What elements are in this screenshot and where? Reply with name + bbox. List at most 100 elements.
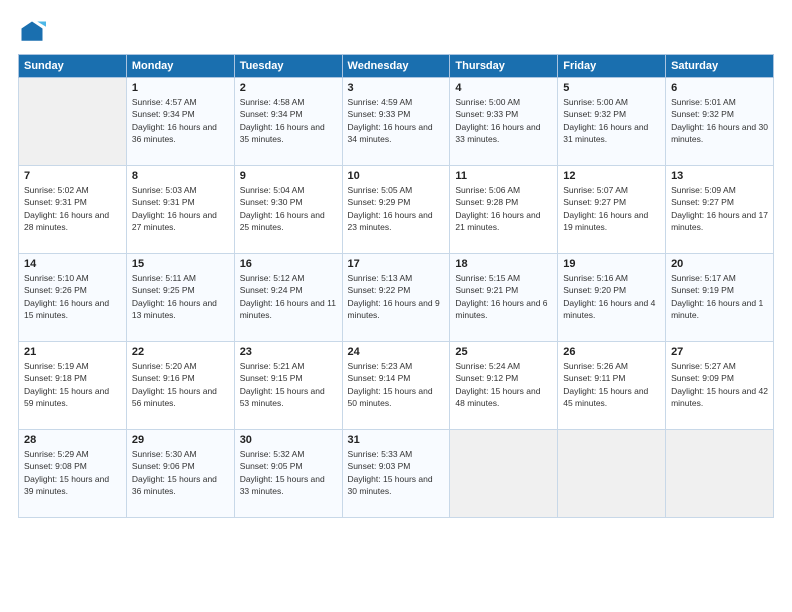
day-number: 9 [240, 170, 337, 182]
day-number: 30 [240, 434, 337, 446]
calendar-cell: 5 Sunrise: 5:00 AMSunset: 9:32 PMDaylight… [558, 78, 666, 166]
calendar-cell: 6 Sunrise: 5:01 AMSunset: 9:32 PMDaylight… [666, 78, 774, 166]
calendar-cell: 21 Sunrise: 5:19 AMSunset: 9:18 PMDayligh… [19, 342, 127, 430]
calendar-body: 1 Sunrise: 4:57 AMSunset: 9:34 PMDaylight… [19, 78, 774, 518]
calendar-cell: 10 Sunrise: 5:05 AMSunset: 9:29 PMDayligh… [342, 166, 450, 254]
day-number: 3 [348, 82, 445, 94]
day-number: 4 [455, 82, 552, 94]
day-number: 7 [24, 170, 121, 182]
calendar-cell: 14 Sunrise: 5:10 AMSunset: 9:26 PMDayligh… [19, 254, 127, 342]
calendar-cell: 25 Sunrise: 5:24 AMSunset: 9:12 PMDayligh… [450, 342, 558, 430]
day-info: Sunrise: 5:12 AMSunset: 9:24 PMDaylight:… [240, 272, 337, 321]
calendar-cell [666, 430, 774, 518]
calendar-week-1: 1 Sunrise: 4:57 AMSunset: 9:34 PMDaylight… [19, 78, 774, 166]
calendar-cell: 23Sunrise: 5:21 AMSunset: 9:15 PMDayligh… [234, 342, 342, 430]
day-info: Sunrise: 5:30 AMSunset: 9:06 PMDaylight:… [132, 448, 229, 497]
day-number: 11 [455, 170, 552, 182]
day-info: Sunrise: 5:03 AMSunset: 9:31 PMDaylight:… [132, 184, 229, 233]
calendar-week-4: 21 Sunrise: 5:19 AMSunset: 9:18 PMDayligh… [19, 342, 774, 430]
weekday-header-wednesday: Wednesday [342, 55, 450, 78]
day-number: 26 [563, 346, 660, 358]
weekday-header-row: SundayMondayTuesdayWednesdayThursdayFrid… [19, 55, 774, 78]
calendar-cell: 27Sunrise: 5:27 AMSunset: 9:09 PMDayligh… [666, 342, 774, 430]
calendar-cell [558, 430, 666, 518]
calendar-cell: 8 Sunrise: 5:03 AMSunset: 9:31 PMDaylight… [126, 166, 234, 254]
day-number: 5 [563, 82, 660, 94]
day-number: 23 [240, 346, 337, 358]
day-info: Sunrise: 5:23 AMSunset: 9:14 PMDaylight:… [348, 360, 445, 409]
calendar-cell: 1 Sunrise: 4:57 AMSunset: 9:34 PMDaylight… [126, 78, 234, 166]
calendar-cell: 24 Sunrise: 5:23 AMSunset: 9:14 PMDayligh… [342, 342, 450, 430]
day-number: 1 [132, 82, 229, 94]
day-number: 19 [563, 258, 660, 270]
day-number: 20 [671, 258, 768, 270]
calendar-cell [450, 430, 558, 518]
day-info: Sunrise: 5:09 AMSunset: 9:27 PMDaylight:… [671, 184, 768, 233]
weekday-header-thursday: Thursday [450, 55, 558, 78]
day-info: Sunrise: 5:24 AMSunset: 9:12 PMDaylight:… [455, 360, 552, 409]
day-info: Sunrise: 4:59 AMSunset: 9:33 PMDaylight:… [348, 96, 445, 145]
calendar-cell: 7 Sunrise: 5:02 AMSunset: 9:31 PMDaylight… [19, 166, 127, 254]
day-info: Sunrise: 5:33 AMSunset: 9:03 PMDaylight:… [348, 448, 445, 497]
calendar-cell: 31 Sunrise: 5:33 AMSunset: 9:03 PMDayligh… [342, 430, 450, 518]
day-info: Sunrise: 5:02 AMSunset: 9:31 PMDaylight:… [24, 184, 121, 233]
calendar-cell: 19 Sunrise: 5:16 AMSunset: 9:20 PMDayligh… [558, 254, 666, 342]
day-number: 21 [24, 346, 121, 358]
day-info: Sunrise: 5:26 AMSunset: 9:11 PMDaylight:… [563, 360, 660, 409]
calendar-cell: 17 Sunrise: 5:13 AMSunset: 9:22 PMDayligh… [342, 254, 450, 342]
day-number: 10 [348, 170, 445, 182]
day-number: 13 [671, 170, 768, 182]
calendar-cell: 16 Sunrise: 5:12 AMSunset: 9:24 PMDayligh… [234, 254, 342, 342]
weekday-header-tuesday: Tuesday [234, 55, 342, 78]
day-info: Sunrise: 5:01 AMSunset: 9:32 PMDaylight:… [671, 96, 768, 145]
calendar-cell: 3 Sunrise: 4:59 AMSunset: 9:33 PMDaylight… [342, 78, 450, 166]
day-number: 6 [671, 82, 768, 94]
day-info: Sunrise: 5:19 AMSunset: 9:18 PMDaylight:… [24, 360, 121, 409]
day-number: 12 [563, 170, 660, 182]
calendar-cell: 20Sunrise: 5:17 AMSunset: 9:19 PMDayligh… [666, 254, 774, 342]
calendar-cell: 29 Sunrise: 5:30 AMSunset: 9:06 PMDayligh… [126, 430, 234, 518]
calendar-cell: 22 Sunrise: 5:20 AMSunset: 9:16 PMDayligh… [126, 342, 234, 430]
day-info: Sunrise: 5:13 AMSunset: 9:22 PMDaylight:… [348, 272, 445, 321]
calendar-cell: 26 Sunrise: 5:26 AMSunset: 9:11 PMDayligh… [558, 342, 666, 430]
day-info: Sunrise: 5:04 AMSunset: 9:30 PMDaylight:… [240, 184, 337, 233]
day-number: 2 [240, 82, 337, 94]
day-info: Sunrise: 5:15 AMSunset: 9:21 PMDaylight:… [455, 272, 552, 321]
calendar-cell: 4 Sunrise: 5:00 AMSunset: 9:33 PMDaylight… [450, 78, 558, 166]
day-info: Sunrise: 5:29 AMSunset: 9:08 PMDaylight:… [24, 448, 121, 497]
calendar-table: SundayMondayTuesdayWednesdayThursdayFrid… [18, 54, 774, 518]
day-number: 29 [132, 434, 229, 446]
calendar-cell: 18Sunrise: 5:15 AMSunset: 9:21 PMDayligh… [450, 254, 558, 342]
day-info: Sunrise: 5:06 AMSunset: 9:28 PMDaylight:… [455, 184, 552, 233]
day-number: 16 [240, 258, 337, 270]
day-number: 17 [348, 258, 445, 270]
calendar-page: SundayMondayTuesdayWednesdayThursdayFrid… [0, 0, 792, 612]
day-number: 8 [132, 170, 229, 182]
day-info: Sunrise: 4:57 AMSunset: 9:34 PMDaylight:… [132, 96, 229, 145]
day-number: 25 [455, 346, 552, 358]
day-info: Sunrise: 5:10 AMSunset: 9:26 PMDaylight:… [24, 272, 121, 321]
day-info: Sunrise: 5:27 AMSunset: 9:09 PMDaylight:… [671, 360, 768, 409]
calendar-cell [19, 78, 127, 166]
calendar-week-3: 14 Sunrise: 5:10 AMSunset: 9:26 PMDayligh… [19, 254, 774, 342]
logo [18, 18, 50, 46]
day-number: 24 [348, 346, 445, 358]
calendar-cell: 12 Sunrise: 5:07 AMSunset: 9:27 PMDayligh… [558, 166, 666, 254]
day-info: Sunrise: 5:20 AMSunset: 9:16 PMDaylight:… [132, 360, 229, 409]
day-info: Sunrise: 5:05 AMSunset: 9:29 PMDaylight:… [348, 184, 445, 233]
day-number: 31 [348, 434, 445, 446]
day-info: Sunrise: 5:11 AMSunset: 9:25 PMDaylight:… [132, 272, 229, 321]
day-info: Sunrise: 5:16 AMSunset: 9:20 PMDaylight:… [563, 272, 660, 321]
day-info: Sunrise: 5:00 AMSunset: 9:33 PMDaylight:… [455, 96, 552, 145]
page-header [18, 18, 774, 46]
weekday-header-friday: Friday [558, 55, 666, 78]
day-info: Sunrise: 5:00 AMSunset: 9:32 PMDaylight:… [563, 96, 660, 145]
day-info: Sunrise: 5:07 AMSunset: 9:27 PMDaylight:… [563, 184, 660, 233]
day-number: 28 [24, 434, 121, 446]
day-number: 15 [132, 258, 229, 270]
weekday-header-monday: Monday [126, 55, 234, 78]
day-number: 22 [132, 346, 229, 358]
day-number: 14 [24, 258, 121, 270]
calendar-week-2: 7 Sunrise: 5:02 AMSunset: 9:31 PMDaylight… [19, 166, 774, 254]
calendar-cell: 11 Sunrise: 5:06 AMSunset: 9:28 PMDayligh… [450, 166, 558, 254]
